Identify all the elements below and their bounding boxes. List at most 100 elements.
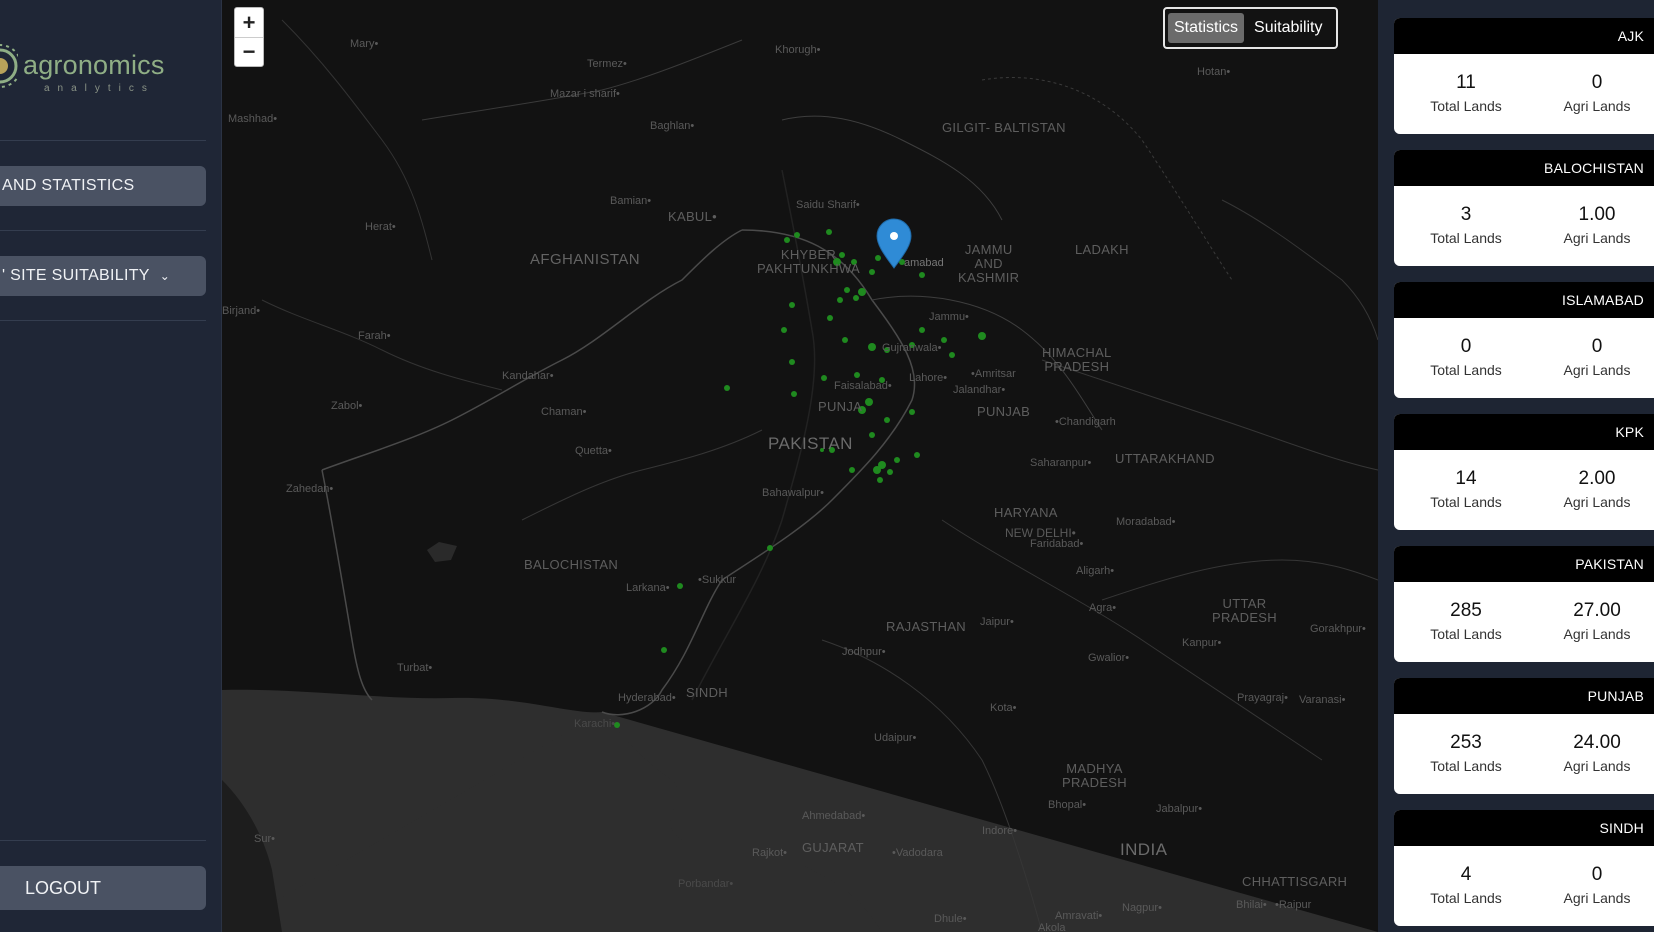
logo-wordmark: agronomics: [23, 50, 165, 80]
region-stats-panel: AJK 11 Total Lands 0 Agri Lands BALOCHISTAN 3 T…: [1378, 0, 1654, 932]
map-label-akola: Akola: [1038, 922, 1066, 932]
map-label-bahawalpur: Bahawalpur•: [762, 487, 824, 499]
map-label-aligarh: Aligarh•: [1076, 565, 1115, 577]
region-card-title: BALOCHISTAN: [1394, 150, 1654, 186]
map-label-nagpur: Nagpur•: [1122, 902, 1162, 914]
map-label-rajasthan: RAJASTHAN: [886, 619, 966, 634]
map-label-amritsar: •Amritsar: [971, 368, 1016, 380]
map-label-hp: HIMACHAL PRADESH: [1042, 345, 1112, 374]
map-label-porbandar: Porbandar•: [678, 878, 734, 890]
total-lands-value: 3: [1460, 204, 1472, 225]
agri-lands-stat: 0 Agri Lands: [1537, 72, 1654, 114]
map-label-faisalabad: Faisalabad•: [834, 380, 892, 392]
map-label-hotan: Hotan•: [1197, 66, 1231, 78]
agri-lands-value: 0: [1591, 72, 1603, 93]
zoom-out-button[interactable]: −: [235, 37, 263, 66]
map-label-lahore: Lahore•: [909, 372, 948, 384]
total-lands-value: 0: [1460, 336, 1472, 357]
toggle-statistics-button[interactable]: Statistics: [1168, 13, 1245, 43]
agri-lands-stat: 0 Agri Lands: [1537, 336, 1654, 378]
map-label-gujranwala: Gujranwala•: [882, 342, 942, 354]
region-card-body: 11 Total Lands 0 Agri Lands: [1394, 54, 1654, 134]
map-label-amravati: Amravati•: [1055, 910, 1103, 922]
map-label-varanasi: Varanasi•: [1299, 694, 1346, 706]
region-card-body: 253 Total Lands 24.00 Agri Lands: [1394, 714, 1654, 794]
land-points: [614, 229, 986, 728]
map-label-kabul: KABUL•: [668, 209, 717, 224]
map-label-kandahar: Kandahar•: [502, 370, 554, 382]
agri-lands-label: Agri Lands: [1563, 98, 1631, 114]
nav-land-statistics-button[interactable]: AND STATISTICS: [0, 166, 206, 206]
map-view[interactable]: Mary• Termez• Khorugh• Hotan• Mashhad• M…: [222, 0, 1378, 932]
total-lands-label: Total Lands: [1430, 230, 1502, 246]
map-label-haryana: HARYANA: [994, 505, 1058, 520]
map-label-saidu: Saidu Sharif•: [796, 199, 860, 211]
map-label-jabalpur: Jabalpur•: [1156, 803, 1203, 815]
nav-site-suitability-button[interactable]: ' SITE SUITABILITY ⌄: [0, 256, 206, 296]
map-label-punjab-in: PUNJAB: [977, 404, 1031, 419]
map-label-sukkur: •Sukkur: [698, 574, 737, 586]
map-label-jaipur: Jaipur•: [980, 616, 1014, 628]
agri-lands-stat: 1.00 Agri Lands: [1537, 204, 1654, 246]
map-label-jk: JAMMU AND KASHMIR: [958, 242, 1020, 285]
region-card-title: KPK: [1394, 414, 1654, 450]
map-label-rajkot: Rajkot•: [752, 847, 788, 859]
map-label-ahmedabad: Ahmedabad•: [802, 810, 866, 822]
total-lands-label: Total Lands: [1430, 758, 1502, 774]
nav-site-suitability-label: ' SITE SUITABILITY: [2, 267, 150, 284]
map-label-gwalior: Gwalior•: [1088, 652, 1130, 664]
map-label-afghanistan: AFGHANISTAN: [530, 251, 640, 268]
chevron-down-icon: ⌄: [159, 269, 171, 283]
map-label-prayagraj: Prayagraj•: [1237, 692, 1288, 704]
total-lands-label: Total Lands: [1430, 494, 1502, 510]
map-label-turbat: Turbat•: [397, 662, 433, 674]
map-label-chhattisgarh: CHHATTISGARH: [1242, 874, 1348, 889]
map-label-termez: Termez•: [587, 58, 627, 70]
zoom-in-button[interactable]: +: [235, 8, 263, 37]
map-label-agra: Agra•: [1089, 602, 1117, 614]
map-label-kota: Kota•: [990, 702, 1017, 714]
map-label-balochistan: BALOCHISTAN: [524, 557, 619, 572]
total-lands-label: Total Lands: [1430, 626, 1502, 642]
agri-lands-stat: 2.00 Agri Lands: [1537, 468, 1654, 510]
total-lands-label: Total Lands: [1430, 362, 1502, 378]
agri-lands-value: 27.00: [1573, 600, 1621, 621]
agri-lands-value: 24.00: [1573, 732, 1621, 753]
map-label-saharanpur: Saharanpur•: [1030, 457, 1092, 469]
region-card-body: 0 Total Lands 0 Agri Lands: [1394, 318, 1654, 398]
map-label-kanpur: Kanpur•: [1182, 637, 1222, 649]
region-card-title: PUNJAB: [1394, 678, 1654, 714]
region-card: KPK 14 Total Lands 2.00 Agri Lands: [1394, 414, 1654, 530]
map-label-bhilai: Bhilai•: [1236, 899, 1267, 911]
map-label-chandigarh: •Chandigarh: [1055, 416, 1116, 428]
sidebar: agronomics analytics AND STATISTICS ' SI…: [0, 0, 222, 932]
total-lands-value: 253: [1450, 732, 1482, 753]
total-lands-stat: 253 Total Lands: [1406, 732, 1526, 774]
toggle-suitability-button[interactable]: Suitability: [1248, 13, 1328, 43]
total-lands-stat: 11 Total Lands: [1406, 72, 1526, 114]
logout-button[interactable]: LOGOUT: [0, 866, 206, 910]
region-card-body: 3 Total Lands 1.00 Agri Lands: [1394, 186, 1654, 266]
region-card-title: AJK: [1394, 18, 1654, 54]
map-label-jodhpur: Jodhpur•: [842, 646, 886, 658]
view-toggle: Statistics Suitability: [1163, 7, 1338, 49]
map-label-ladakh: LADAKH: [1075, 242, 1129, 257]
region-card: AJK 11 Total Lands 0 Agri Lands: [1394, 18, 1654, 134]
total-lands-value: 11: [1456, 72, 1476, 93]
sidebar-divider: [0, 320, 206, 321]
map-label-gilgit: GILGIT- BALTISTAN: [942, 120, 1066, 135]
region-card-title: SINDH: [1394, 810, 1654, 846]
zoom-control: + −: [234, 7, 264, 67]
map-label-kp: KHYBER PAKHTUNKHWA: [757, 247, 860, 276]
agri-lands-value: 2.00: [1578, 468, 1616, 489]
map-label-sur: Sur•: [254, 833, 275, 845]
agri-lands-value: 1.00: [1578, 204, 1616, 225]
map-label-mp: MADHYA PRADESH: [1062, 761, 1127, 790]
region-card: BALOCHISTAN 3 Total Lands 1.00 Agri Lands: [1394, 150, 1654, 266]
agri-lands-stat: 24.00 Agri Lands: [1537, 732, 1654, 774]
map-basemap: [222, 19, 1378, 932]
sidebar-divider: [0, 230, 206, 231]
map-label-dhule: Dhule•: [934, 913, 967, 925]
map-label-hyderabad: Hyderabad•: [618, 692, 676, 704]
map-label-islamabad: amabad: [904, 257, 944, 269]
